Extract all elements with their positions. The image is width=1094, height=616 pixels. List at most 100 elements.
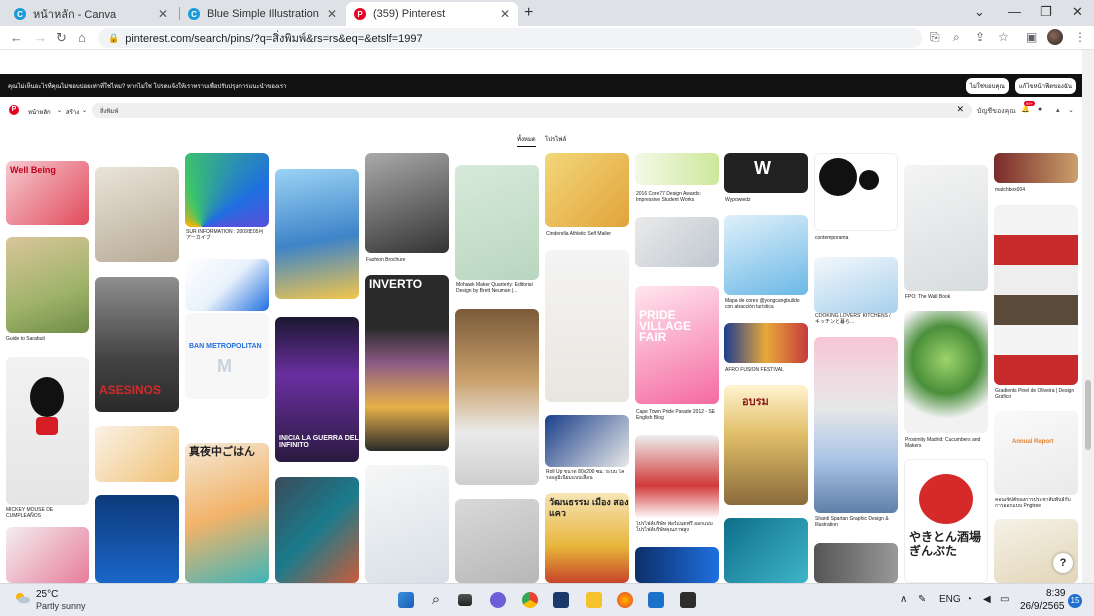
- pin-card[interactable]: [635, 547, 719, 583]
- bookmark-star-icon[interactable]: ☆: [998, 30, 1009, 44]
- weather-temperature[interactable]: 25°C: [36, 589, 58, 600]
- nav-create-link[interactable]: สร้าง: [66, 107, 79, 117]
- share-icon[interactable]: ⇪: [975, 30, 985, 44]
- app-icon[interactable]: [680, 592, 696, 608]
- account-menu[interactable]: บัญชีของคุณ: [977, 106, 1016, 117]
- pin-card[interactable]: 真夜中ごはん: [185, 443, 269, 583]
- tab-close-icon[interactable]: ✕: [327, 7, 337, 21]
- search-icon[interactable]: ⌕: [428, 592, 444, 608]
- minimize-icon[interactable]: —: [1008, 4, 1021, 19]
- pin-card[interactable]: [545, 250, 629, 402]
- pin-card[interactable]: [365, 465, 449, 583]
- filter-profiles-tab[interactable]: โปรไฟล์: [545, 134, 566, 144]
- pin-card[interactable]: PRIDE VILLAGE FAIR: [635, 286, 719, 404]
- pin-card[interactable]: [95, 495, 179, 583]
- pen-icon[interactable]: ✎: [918, 594, 926, 605]
- tab-search-chevron-icon[interactable]: ⌄: [974, 4, 985, 20]
- clock-time[interactable]: 8:39: [1046, 588, 1065, 599]
- pin-card[interactable]: [455, 165, 539, 280]
- pin-card[interactable]: [455, 499, 539, 583]
- user-avatar-icon[interactable]: ▴: [1056, 106, 1060, 114]
- chevron-up-icon[interactable]: ∧: [900, 594, 907, 605]
- forward-arrow-icon[interactable]: →: [34, 30, 47, 45]
- weather-description[interactable]: Partly sunny: [36, 601, 86, 611]
- pin-card[interactable]: やきとん酒場 ぎんぶた: [904, 459, 988, 583]
- pin-card[interactable]: [185, 259, 269, 311]
- side-panel-icon[interactable]: ▣: [1026, 30, 1037, 44]
- pin-card[interactable]: [994, 205, 1078, 385]
- banner-no-button[interactable]: ไม่ใช่ขอบคุณ: [965, 77, 1009, 94]
- tab-pinterest[interactable]: P (359) Pinterest ✕: [346, 2, 518, 26]
- pin-card[interactable]: [545, 415, 629, 467]
- pin-card[interactable]: [904, 311, 988, 433]
- pin-card[interactable]: [185, 153, 269, 227]
- tab-blue-illustration[interactable]: C Blue Simple Illustration Romance ✕: [180, 2, 345, 26]
- pin-card[interactable]: [814, 153, 898, 231]
- pin-card[interactable]: ASESINOS: [95, 277, 179, 412]
- clear-search-icon[interactable]: ✕: [956, 104, 964, 115]
- pin-card[interactable]: [365, 153, 449, 253]
- store-icon[interactable]: [553, 592, 569, 608]
- page-scrollbar[interactable]: [1082, 50, 1094, 583]
- pin-card[interactable]: อบรม: [724, 385, 808, 505]
- pin-card[interactable]: [6, 527, 89, 583]
- install-icon[interactable]: ⎘: [930, 30, 940, 45]
- help-button[interactable]: ?: [1053, 553, 1073, 573]
- new-tab-button[interactable]: +: [524, 4, 533, 22]
- nav-home-link[interactable]: หน้าหลัก: [28, 107, 51, 117]
- pin-card[interactable]: [95, 167, 179, 262]
- pin-card[interactable]: [814, 543, 898, 583]
- pin-card[interactable]: [994, 519, 1078, 583]
- pin-card[interactable]: วัฒนธรรม เมือง สองแคว: [545, 493, 629, 583]
- pin-card[interactable]: [635, 153, 719, 185]
- messages-icon[interactable]: ●: [1038, 106, 1042, 113]
- chrome-icon[interactable]: [522, 592, 538, 608]
- notification-badge[interactable]: 15: [1068, 594, 1082, 608]
- pin-card[interactable]: BAN METROPOLITAN M: [185, 313, 269, 399]
- pin-card[interactable]: [6, 357, 89, 505]
- pinterest-search-input[interactable]: สิ่งพิมพ์ ✕: [92, 103, 972, 118]
- zoom-icon[interactable]: ⌕: [953, 30, 960, 45]
- windows-start-icon[interactable]: [398, 592, 414, 608]
- pin-card[interactable]: [275, 169, 359, 299]
- pin-card[interactable]: [455, 309, 539, 485]
- pin-card[interactable]: [724, 323, 808, 363]
- pin-card[interactable]: [95, 426, 179, 482]
- profile-avatar[interactable]: [1047, 29, 1063, 45]
- banner-edit-feed-button[interactable]: แก้ไขหน้าฟีดของฉัน: [1014, 77, 1076, 94]
- file-explorer-icon[interactable]: [586, 592, 602, 608]
- pinterest-logo-icon[interactable]: P: [9, 105, 19, 115]
- home-icon[interactable]: ⌂: [78, 30, 86, 45]
- maximize-icon[interactable]: ❐: [1040, 4, 1052, 20]
- tab-close-icon[interactable]: ✕: [500, 7, 510, 21]
- pin-card[interactable]: [814, 337, 898, 513]
- pin-card[interactable]: [814, 257, 898, 313]
- bell-icon[interactable]: 🔔: [1021, 105, 1030, 113]
- teams-chat-icon[interactable]: [490, 592, 506, 608]
- partly-sunny-icon[interactable]: [14, 592, 30, 604]
- filter-all-tab[interactable]: ทั้งหมด: [517, 134, 536, 147]
- mail-icon[interactable]: [648, 592, 664, 608]
- pin-card[interactable]: [635, 217, 719, 267]
- pin-card[interactable]: [724, 518, 808, 583]
- back-arrow-icon[interactable]: ←: [10, 30, 23, 45]
- battery-icon[interactable]: ▭: [1000, 594, 1009, 605]
- pin-card[interactable]: [904, 165, 988, 291]
- speaker-icon[interactable]: ◀: [983, 594, 991, 605]
- pin-card[interactable]: Annual Report: [994, 411, 1078, 495]
- pin-card[interactable]: [994, 153, 1078, 183]
- pin-card[interactable]: W: [724, 153, 808, 193]
- pin-card[interactable]: [275, 477, 359, 583]
- pin-card[interactable]: [545, 153, 629, 227]
- scrollbar-thumb[interactable]: [1085, 380, 1091, 450]
- language-indicator[interactable]: ENG: [939, 594, 961, 605]
- window-close-icon[interactable]: ✕: [1072, 4, 1083, 20]
- pin-card[interactable]: [724, 215, 808, 295]
- pin-card[interactable]: INVERTO: [365, 275, 449, 451]
- menu-kebab-icon[interactable]: ⋮: [1074, 30, 1086, 44]
- tab-canva-home[interactable]: C หน้าหลัก - Canva ✕: [6, 2, 176, 26]
- pin-card[interactable]: INICIA LA GUERRA DEL INFINITO: [275, 317, 359, 462]
- pin-card[interactable]: Well Being: [6, 161, 89, 225]
- url-input[interactable]: 🔒 pinterest.com/search/pins/?q=สิ่งพิมพ์…: [98, 28, 922, 48]
- wifi-icon[interactable]: ◔: [966, 594, 972, 605]
